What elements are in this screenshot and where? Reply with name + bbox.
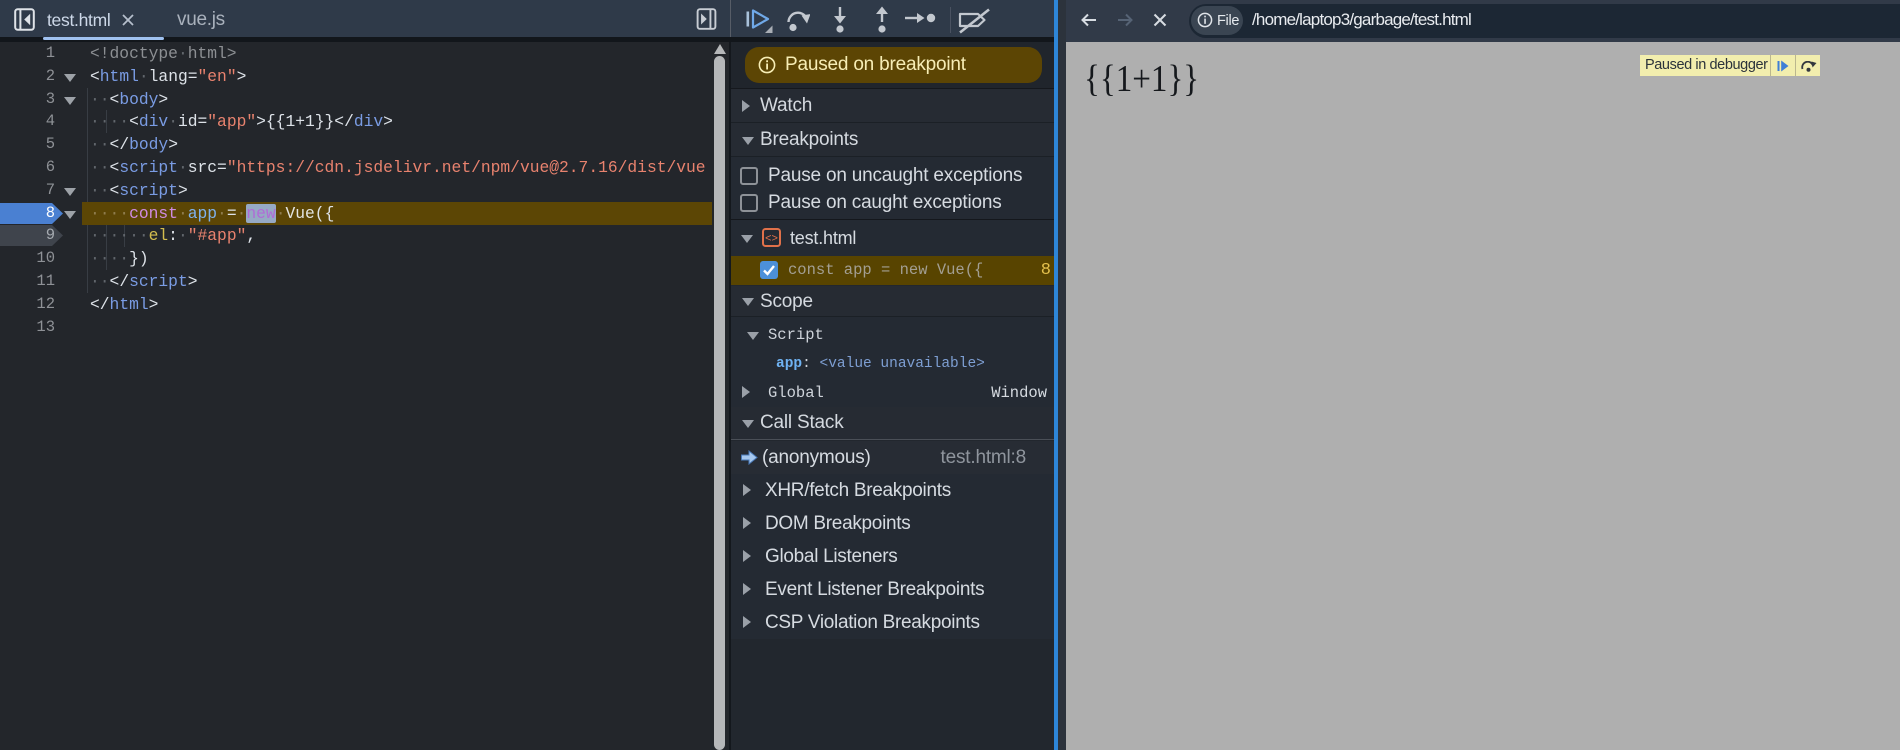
svg-text:<>: <> <box>765 233 778 245</box>
